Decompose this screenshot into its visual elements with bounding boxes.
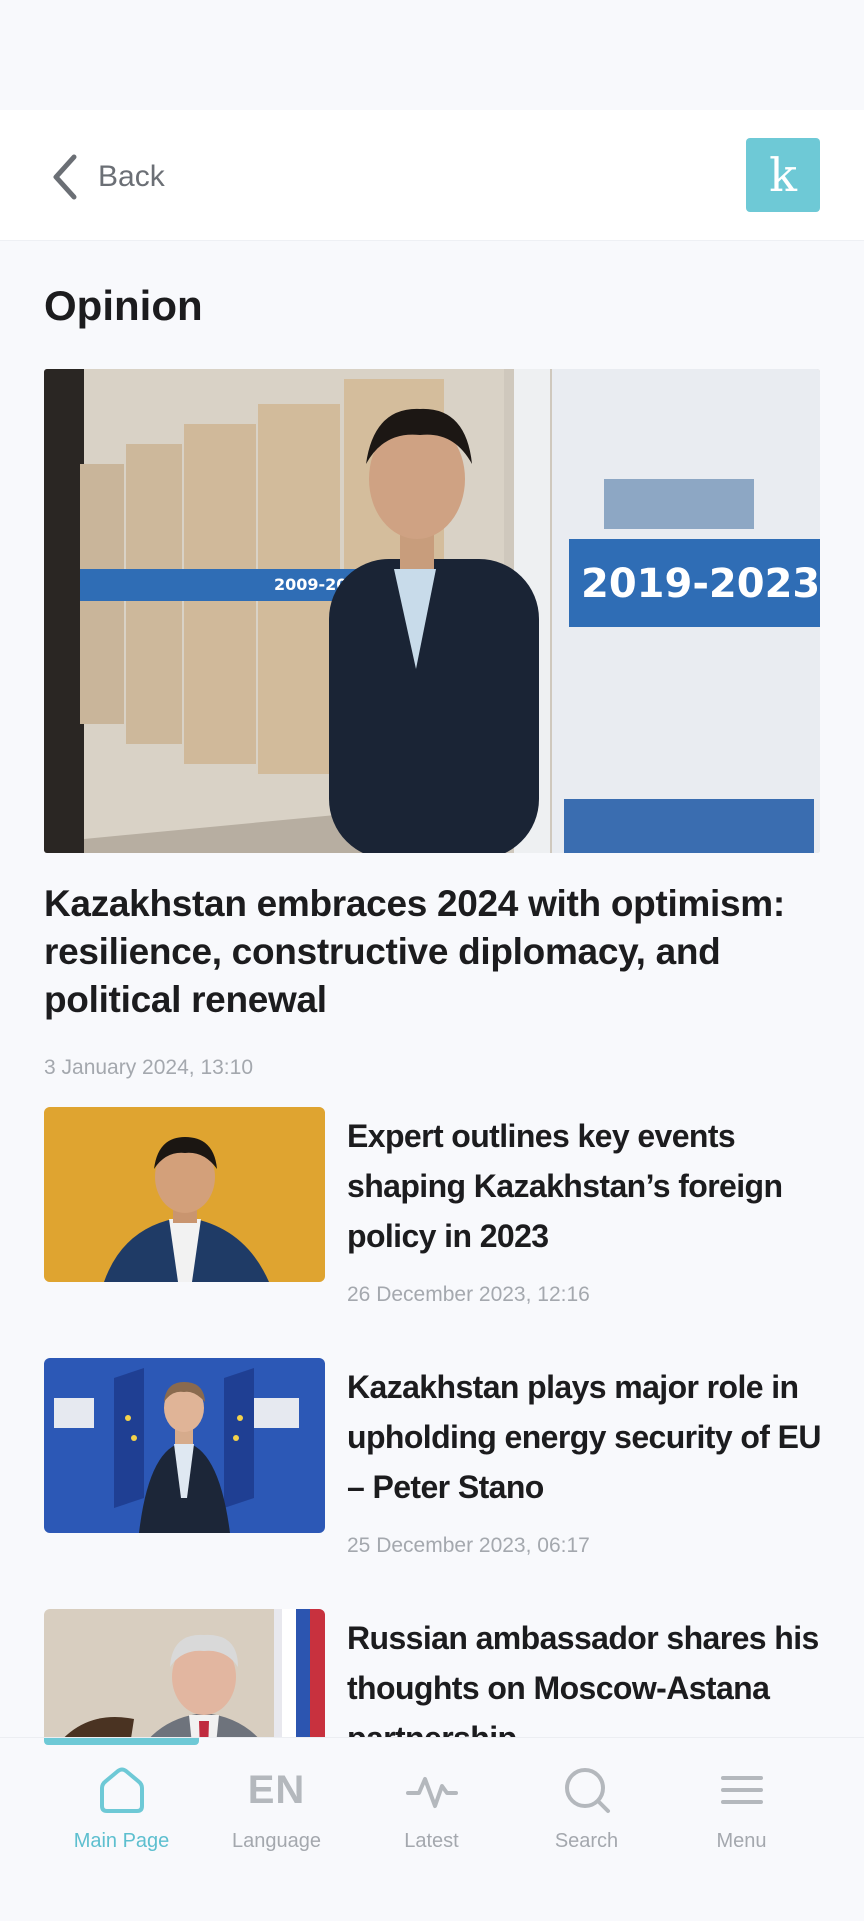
back-button[interactable]: Back [48,150,165,204]
bottom-nav: Main Page EN Language Latest Search Menu [0,1737,864,1921]
hero-image[interactable]: 2009-2013 2018 2019-2023 [44,369,820,853]
hero-sign-3: 2019-2023 [581,561,820,607]
nav-search[interactable]: Search [509,1760,664,1870]
nav-menu[interactable]: Menu [664,1760,819,1870]
article-title: Expert outlines key events shaping Kazak… [347,1118,783,1254]
pulse-icon [405,1777,458,1808]
nav-main-page[interactable]: Main Page [44,1760,199,1870]
menu-icon [720,1776,763,1804]
article-item[interactable]: Kazakhstan plays major role in upholding… [44,1358,822,1558]
article-item[interactable]: Expert outlines key events shaping Kazak… [44,1107,820,1307]
logo[interactable]: k [746,138,820,212]
nav-label: Latest [404,1830,459,1852]
nav-label: Menu [716,1830,767,1852]
active-tab-indicator [44,1738,199,1745]
home-icon [99,1767,144,1813]
language-icon: EN [247,1767,306,1812]
article-date: 25 December 2023, 06:17 [347,1534,590,1557]
hero-title[interactable]: Kazakhstan embraces 2024 with optimism: … [44,880,824,1024]
section-title: Opinion [44,282,203,329]
nav-label: Search [554,1830,619,1852]
search-icon [564,1768,610,1813]
back-label: Back [98,160,165,193]
hero-photo: 2009-2013 2018 2019-2023 [44,369,820,853]
status-bar [0,0,864,110]
article-title: Kazakhstan plays major role in upholding… [347,1369,822,1505]
article-date: 26 December 2023, 12:16 [347,1283,590,1306]
article-thumbnail [44,1358,325,1533]
nav-latest[interactable]: Latest [354,1760,509,1870]
nav-label: Language [232,1830,321,1852]
chevron-left-icon [53,154,77,200]
hero-date: 3 January 2024, 13:10 [44,1056,253,1079]
article-thumbnail [44,1107,325,1282]
top-header: Back k [0,110,864,241]
nav-label: Main Page [73,1830,170,1852]
nav-language[interactable]: EN Language [199,1760,354,1870]
